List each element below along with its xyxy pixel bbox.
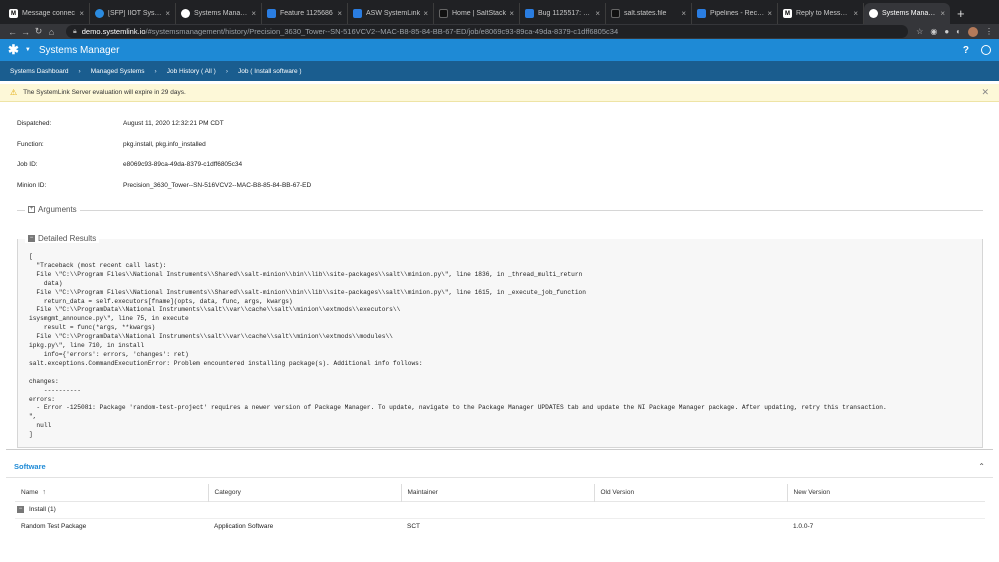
cloud-icon <box>95 9 104 18</box>
cell-name: Random Test Package <box>15 517 208 535</box>
cell-maintainer: SCT <box>401 517 594 535</box>
browser-tab-strip: M Message connec × [SFP] IIOT Syster × Syst… <box>0 0 999 24</box>
url-field[interactable]: 🔒︎ demo.systemlink.io/#systemsmanagement… <box>66 25 909 38</box>
browser-tab[interactable]: [SFP] IIOT Syster × <box>90 3 176 24</box>
close-icon[interactable]: × <box>251 9 256 18</box>
m-icon: M <box>783 9 792 18</box>
browser-tab[interactable]: Home | SaltStack × <box>434 3 520 24</box>
extension-icon[interactable]: ◐ <box>956 27 961 36</box>
table-row[interactable]: Random Test Package Application Software… <box>15 517 985 535</box>
results-text: [ "Traceback (most recent call last): Fi… <box>29 253 887 439</box>
browser-tab[interactable]: Systems Manager × <box>176 3 262 24</box>
chevron-right-icon: › <box>154 67 157 75</box>
close-icon[interactable]: × <box>423 9 428 18</box>
chevron-right-icon: › <box>78 67 81 75</box>
close-icon[interactable]: × <box>595 9 600 18</box>
close-icon[interactable]: × <box>940 9 945 18</box>
function-row: Function: pkg.install, pkg.info_installe… <box>17 141 206 148</box>
job-details: Dispatched: August 11, 2020 12:32:21 PM … <box>0 102 999 561</box>
lock-icon: 🔒︎ <box>73 27 77 35</box>
close-icon[interactable]: × <box>681 9 686 18</box>
azure-icon <box>525 9 534 18</box>
column-header-category[interactable]: Category <box>207 484 401 501</box>
github-icon <box>869 9 878 18</box>
browser-tab[interactable]: Feature 1125686 × <box>262 3 348 24</box>
app-title: Systems Manager <box>38 44 120 56</box>
github-icon <box>181 9 190 18</box>
sort-ascending-icon: ↑ <box>42 488 46 496</box>
breadcrumb: Systems Dashboard › Managed Systems › Jo… <box>0 61 999 81</box>
collapse-icon[interactable]: − <box>17 505 24 513</box>
browser-tab-active[interactable]: Systems Manager × <box>864 3 950 24</box>
cell-new-version: 1.0.0-7 <box>787 517 985 535</box>
close-icon[interactable]: × <box>509 9 514 18</box>
breadcrumb-systems-dashboard[interactable]: Systems Dashboard <box>10 68 69 75</box>
app-header: ✱ ▼ Systems Manager ? <box>0 39 999 61</box>
software-header: Software ⌃ <box>6 456 993 478</box>
extension-icon[interactable]: ◉ <box>930 27 937 36</box>
table-header-row: Name ↑ Category Maintainer Old Version Ne… <box>15 484 985 501</box>
group-row-install[interactable]: − Install (1) <box>15 500 985 518</box>
results-toggle[interactable]: − Detailed Results <box>25 234 100 243</box>
arguments-toggle[interactable]: + Arguments <box>25 205 80 214</box>
help-icon[interactable]: ? <box>963 45 969 56</box>
expand-icon: + <box>28 206 35 213</box>
cell-category: Application Software <box>208 517 401 535</box>
dispatched-row: Dispatched: August 11, 2020 12:32:21 PM … <box>17 120 224 127</box>
back-icon[interactable]: ← <box>6 27 19 37</box>
azure-icon <box>267 9 276 18</box>
salt-icon <box>611 9 620 18</box>
browser-tab[interactable]: ASW SystemLink × <box>348 3 434 24</box>
profile-avatar[interactable] <box>968 26 978 37</box>
close-icon[interactable]: × <box>767 9 772 18</box>
breadcrumb-managed-systems[interactable]: Managed Systems <box>91 68 145 75</box>
extension-icon[interactable]: ● <box>944 27 949 36</box>
software-divider <box>6 449 993 450</box>
azure-icon <box>697 9 706 18</box>
close-icon[interactable]: × <box>165 9 170 18</box>
browser-tab[interactable]: salt.states.file × <box>606 3 692 24</box>
reload-icon[interactable]: ↻ <box>32 26 45 37</box>
column-header-old-version[interactable]: Old Version <box>593 484 787 501</box>
breadcrumb-job-history[interactable]: Job History ( All ) <box>167 68 216 75</box>
star-icon[interactable]: ☆ <box>916 27 923 36</box>
breadcrumb-job: Job ( Install software ) <box>238 67 302 75</box>
chevron-down-icon[interactable]: ▼ <box>25 47 31 53</box>
app-launcher-icon[interactable]: ✱ <box>8 42 19 58</box>
user-icon[interactable] <box>981 45 991 55</box>
close-icon[interactable]: × <box>79 9 84 18</box>
job-id-row: Job ID: e8069c93-89ca-49da-8379-c1dff680… <box>17 161 243 168</box>
software-table: Name ↑ Category Maintainer Old Version Ne… <box>15 484 985 535</box>
address-bar: ← → ↻ ⌂ 🔒︎ demo.systemlink.io/#systemsma… <box>0 24 999 39</box>
chevron-up-icon[interactable]: ⌃ <box>978 462 985 471</box>
column-header-new-version[interactable]: New Version <box>786 484 985 501</box>
home-icon[interactable]: ⌂ <box>45 27 58 37</box>
arguments-divider <box>17 210 983 211</box>
new-tab-button[interactable]: + <box>950 6 972 24</box>
forward-icon[interactable]: → <box>19 27 32 37</box>
close-icon[interactable]: ✕ <box>981 87 989 98</box>
close-icon[interactable]: × <box>337 9 342 18</box>
chevron-right-icon: › <box>225 67 229 75</box>
menu-icon[interactable]: ⋮ <box>985 27 993 36</box>
browser-tab[interactable]: Pipelines - Recent × <box>692 3 778 24</box>
software-title: Software <box>14 462 46 471</box>
collapse-icon: − <box>28 235 35 242</box>
banner-text: The SystemLink Server evaluation will ex… <box>23 89 186 96</box>
results-panel: [ "Traceback (most recent call last): Fi… <box>17 239 983 448</box>
column-header-maintainer[interactable]: Maintainer <box>400 484 594 501</box>
browser-tab[interactable]: M Reply to Message × <box>778 3 864 24</box>
salt-icon <box>439 9 448 18</box>
browser-tab[interactable]: M Message connec × <box>4 3 90 24</box>
minion-id-row: Minion ID: Precision_3630_Tower--SN-516V… <box>17 182 312 189</box>
azure-icon <box>353 9 362 18</box>
column-header-name[interactable]: Name ↑ <box>15 484 208 501</box>
m-icon: M <box>9 9 18 18</box>
close-icon[interactable]: × <box>853 9 858 18</box>
browser-tab[interactable]: Bug 1125517: Err × <box>520 3 606 24</box>
cell-old-version <box>594 517 787 535</box>
warning-icon: ⚠ <box>10 88 18 97</box>
evaluation-banner: ⚠ The SystemLink Server evaluation will … <box>0 84 999 102</box>
